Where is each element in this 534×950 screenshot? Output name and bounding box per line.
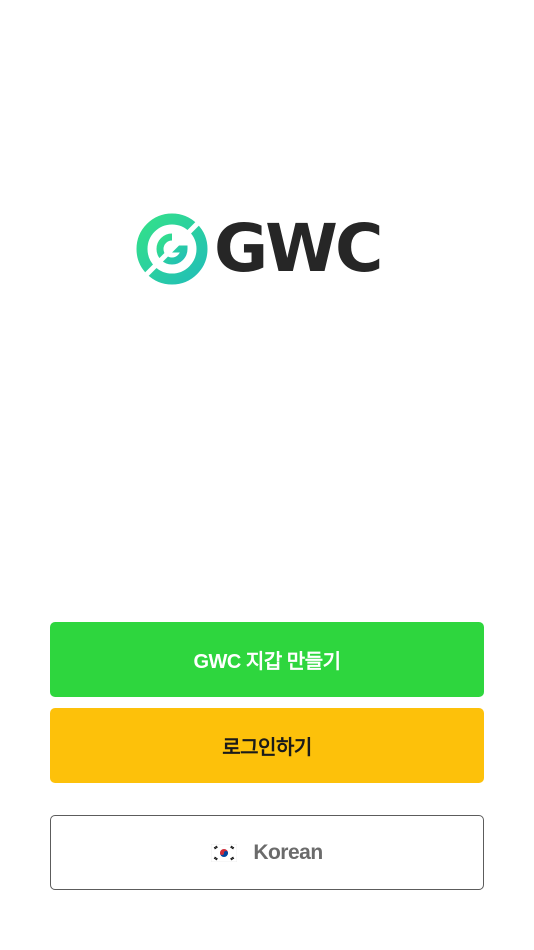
login-label: 로그인하기 [222,737,312,759]
create-wallet-button[interactable]: GWC 지갑 만들기 [50,622,484,697]
gwc-logo-icon [136,213,208,285]
login-button[interactable]: 로그인하기 [50,708,484,783]
language-label: Korean [253,840,323,864]
gwc-logo: GWC [136,210,402,288]
brand-name: GWC [214,210,383,287]
create-wallet-label: GWC 지갑 만들기 [193,651,342,673]
welcome-screen: GWC GWC 지갑 만들기 로그인하기 Korean [0,0,534,950]
language-select-button[interactable]: Korean [50,815,484,890]
south-korea-flag-icon [211,843,238,862]
